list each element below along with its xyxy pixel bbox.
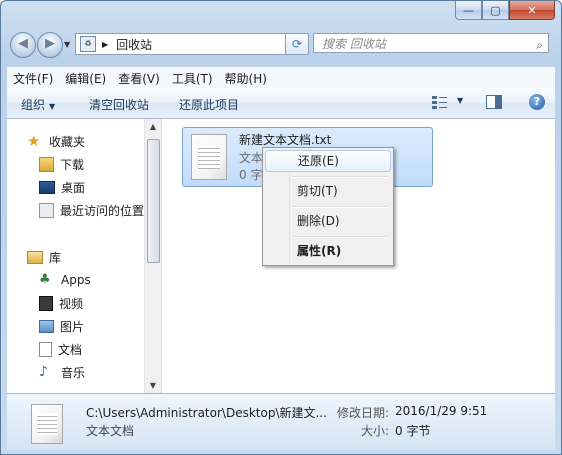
refresh-icon: ⟳ <box>291 37 303 51</box>
search-icon: ⌕ <box>536 38 543 52</box>
downloads-folder-icon <box>39 156 54 172</box>
context-properties[interactable]: 属性(R) <box>265 240 391 262</box>
sidebar-item-label: 文档 <box>58 342 83 357</box>
file-name: 新建文本文档.txt <box>239 133 332 147</box>
text-file-icon <box>191 134 227 180</box>
modified-label: 修改日期: <box>337 406 390 420</box>
help-icon: ? <box>533 95 541 108</box>
breadcrumb-arrow-icon[interactable]: ▶ <box>102 40 108 49</box>
details-pane: C:\Users\Administrator\Desktop\新建文... 文本… <box>7 393 555 450</box>
video-library-icon <box>39 295 53 311</box>
sidebar-item-label: 音乐 <box>61 365 86 380</box>
context-restore[interactable]: 还原(E) <box>265 150 391 172</box>
sidebar-item-label: 图片 <box>60 319 85 334</box>
refresh-button[interactable]: ⟳ <box>285 33 309 55</box>
menu-bar: 文件(F) 编辑(E) 查看(V) 工具(T) 帮助(H) <box>7 66 555 89</box>
scroll-down-icon[interactable]: ▼ <box>145 381 161 390</box>
sidebar-item-label: 桌面 <box>61 180 86 195</box>
minimize-button[interactable]: — <box>455 1 482 20</box>
details-type: 文本文档 <box>86 424 135 438</box>
preview-pane-button[interactable] <box>485 94 503 110</box>
menu-edit[interactable]: 编辑(E) <box>59 70 112 87</box>
menu-view[interactable]: 查看(V) <box>112 70 166 87</box>
sidebar-scrollbar[interactable]: ▲ ▼ <box>144 119 161 393</box>
scrollbar-thumb[interactable] <box>147 139 160 263</box>
details-path: C:\Users\Administrator\Desktop\新建文... <box>86 406 327 420</box>
sidebar-item-desktop[interactable]: 桌面 <box>39 177 85 197</box>
star-icon: ★ <box>27 132 41 150</box>
sidebar-item-label: 最近访问的位置 <box>60 203 145 218</box>
view-options-icon <box>432 96 447 109</box>
sidebar-item-libraries[interactable]: 库 <box>27 247 61 267</box>
music-library-icon: ♪ <box>39 364 48 380</box>
back-button[interactable]: ◀ <box>10 32 36 58</box>
empty-recycle-bin-button[interactable]: 清空回收站 <box>89 96 149 113</box>
organize-dropdown-icon: ▼ <box>49 102 56 111</box>
navigation-pane: ★ 收藏夹 下载 桌面 最近访问的位置 库 ♣ Apps 视频 图片 文档 ♪ … <box>7 119 162 393</box>
maximize-button[interactable]: ▢ <box>482 1 509 20</box>
title-buttons: — ▢ ✕ <box>455 1 555 20</box>
close-icon: ✕ <box>527 3 537 17</box>
sidebar-item-documents[interactable]: 文档 <box>39 339 82 359</box>
explorer-window: — ▢ ✕ ◀ ▶ ▼ ♻ ▶ 回收站 ▼ ⟳ 搜索 回收站 ⌕ 文件(F) 编… <box>0 0 562 455</box>
organize-button[interactable]: 组织 ▼ <box>21 96 55 113</box>
search-input[interactable]: 搜索 回收站 ⌕ <box>313 33 549 53</box>
context-menu: 还原(E) 剪切(T) 删除(D) 属性(R) <box>262 147 394 266</box>
sidebar-item-favorites[interactable]: ★ 收藏夹 <box>27 131 85 151</box>
address-bar[interactable]: ♻ ▶ 回收站 ▼ <box>75 33 307 55</box>
context-delete[interactable]: 删除(D) <box>265 210 391 232</box>
address-text: 回收站 <box>116 37 153 52</box>
menu-tools[interactable]: 工具(T) <box>166 70 219 87</box>
search-placeholder: 搜索 回收站 <box>322 37 386 51</box>
view-dropdown-icon[interactable]: ▼ <box>457 96 463 105</box>
restore-all-button[interactable]: 还原此项目 <box>179 96 239 113</box>
menu-file[interactable]: 文件(F) <box>7 70 59 87</box>
sidebar-item-downloads[interactable]: 下载 <box>39 154 84 174</box>
picture-library-icon <box>39 319 54 333</box>
forward-button[interactable]: ▶ <box>37 32 63 58</box>
apps-library-icon: ♣ <box>39 272 51 287</box>
size-label: 大小: <box>361 424 390 438</box>
file-list-area[interactable]: 新建文本文档.txt 文本文档 0 字节 还原(E) 剪切(T) 删除(D) 属… <box>162 119 555 393</box>
command-bar: 组织 ▼ 清空回收站 还原此项目 ▼ ? <box>7 88 555 119</box>
preview-pane-icon <box>486 95 502 109</box>
help-button[interactable]: ? <box>529 94 545 110</box>
desktop-icon <box>39 180 55 194</box>
menu-help[interactable]: 帮助(H) <box>219 70 273 87</box>
scroll-up-icon[interactable]: ▲ <box>145 122 161 131</box>
close-button[interactable]: ✕ <box>509 1 555 20</box>
sidebar-item-label: 收藏夹 <box>49 134 86 149</box>
maximize-icon: ▢ <box>490 3 501 17</box>
sidebar-item-label: 库 <box>49 250 62 265</box>
sidebar-item-music[interactable]: ♪ 音乐 <box>39 362 85 382</box>
sidebar-item-label: Apps <box>61 273 91 287</box>
back-arrow-icon: ◀ <box>18 36 28 51</box>
modified-value: 2016/1/29 9:51 <box>395 404 488 418</box>
recent-pages-dropdown-icon[interactable]: ▼ <box>64 40 70 49</box>
sidebar-item-apps[interactable]: ♣ Apps <box>39 270 91 290</box>
organize-label: 组织 <box>21 98 46 112</box>
text-file-icon <box>31 404 63 444</box>
size-value: 0 字节 <box>395 424 431 438</box>
forward-arrow-icon: ▶ <box>45 36 55 51</box>
libraries-icon <box>27 250 43 264</box>
document-library-icon <box>39 341 52 357</box>
sidebar-item-recent-places[interactable]: 最近访问的位置 <box>39 200 144 220</box>
minimize-icon: — <box>463 3 474 17</box>
sidebar-item-label: 下载 <box>60 157 85 172</box>
change-view-button[interactable] <box>431 94 449 110</box>
sidebar-item-videos[interactable]: 视频 <box>39 293 83 313</box>
context-cut[interactable]: 剪切(T) <box>265 180 391 202</box>
sidebar-item-label: 视频 <box>59 296 84 311</box>
recent-places-icon <box>39 202 54 218</box>
sidebar-item-pictures[interactable]: 图片 <box>39 316 84 336</box>
navigation-bar: ◀ ▶ ▼ ♻ ▶ 回收站 ▼ ⟳ 搜索 回收站 ⌕ <box>7 29 555 61</box>
recycle-bin-icon: ♻ <box>80 36 96 52</box>
